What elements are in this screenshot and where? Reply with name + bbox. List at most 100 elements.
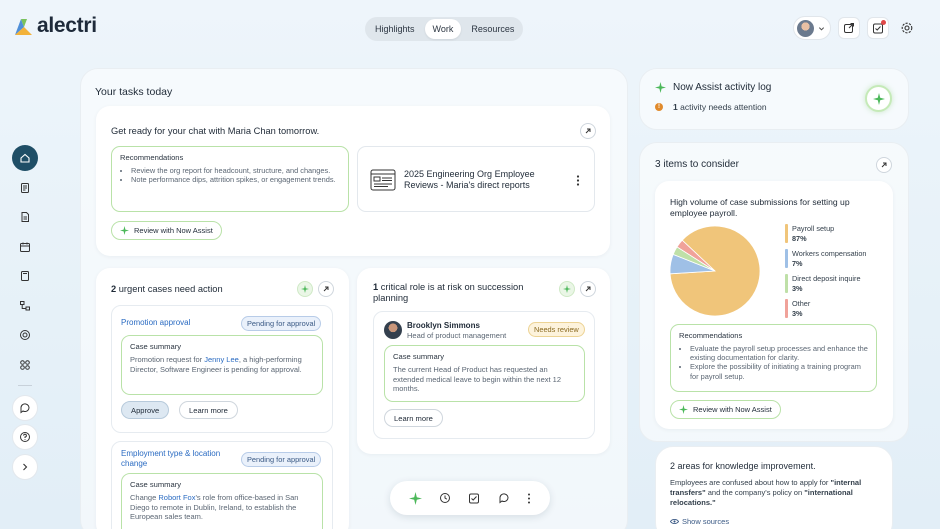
knowledge-text: Employees are confused about how to appl…	[670, 478, 882, 507]
share-button[interactable]	[838, 17, 860, 39]
consider-open-button[interactable]	[876, 157, 892, 173]
nav-hierarchy[interactable]	[12, 293, 38, 319]
person-name: Brooklyn Simmons	[407, 321, 480, 330]
sparkle-icon	[872, 92, 885, 105]
checklist-icon[interactable]	[468, 492, 480, 504]
learn-more-button[interactable]: Learn more	[384, 409, 443, 427]
case-summary-text: The current Head of Product has requeste…	[393, 365, 562, 393]
rail-divider	[18, 384, 32, 386]
report-icon	[21, 182, 29, 193]
legend-swatch	[785, 249, 788, 268]
case-summary-label: Case summary	[393, 352, 445, 361]
legend-label: Other	[792, 299, 811, 308]
nav-home[interactable]	[12, 145, 38, 171]
tasks-button[interactable]	[867, 17, 889, 39]
legend-value: 7%	[792, 258, 803, 268]
nav-documents[interactable]	[12, 204, 38, 230]
sparkle-icon	[120, 226, 129, 235]
critical-open-button[interactable]	[580, 281, 596, 297]
more-options-icon[interactable]	[576, 175, 580, 186]
sparkle-icon	[655, 82, 666, 93]
expand-rail-button[interactable]	[12, 453, 38, 480]
chat-recommendations: Recommendations Review the org report fo…	[111, 146, 349, 212]
review-now-assist-button[interactable]: Review with Now Assist	[111, 221, 222, 240]
payroll-pie-chart	[669, 225, 761, 317]
sparkle-icon	[301, 285, 309, 293]
tab-resources[interactable]: Resources	[463, 19, 522, 39]
case-title-employment[interactable]: Employment type & location change	[121, 449, 235, 469]
app-logo[interactable]: alectri	[12, 14, 97, 38]
nav-help[interactable]	[12, 424, 38, 450]
case-summary-employment: Case summary Change Robort Fox's role fr…	[121, 473, 323, 529]
case-title-promotion[interactable]: Promotion approval	[121, 318, 190, 327]
calendar-icon	[20, 242, 30, 252]
arrow-up-right-icon	[323, 286, 329, 292]
critical-count: 1	[373, 282, 379, 292]
person-link[interactable]: Robort Fox	[158, 493, 195, 502]
more-options-icon[interactable]	[527, 493, 531, 504]
recommendation-item: Explore the possibility of initiating a …	[690, 362, 868, 380]
target-icon	[20, 330, 30, 340]
notification-dot-icon	[881, 20, 886, 25]
legend-label: Payroll setup	[792, 224, 835, 233]
payroll-recommendations: Recommendations Evaluate the payroll set…	[670, 324, 877, 392]
status-badge: Pending for approval	[241, 452, 322, 467]
insight-text: High volume of case submissions for sett…	[670, 197, 850, 218]
summary-pre: Promotion request for	[130, 355, 205, 364]
alert-icon: !	[655, 103, 663, 111]
legend-item: Payroll setup 87%	[785, 224, 885, 243]
nav-chat[interactable]	[12, 394, 38, 421]
review-now-assist-label: Review with Now Assist	[134, 226, 213, 235]
case-summary-label: Case summary	[130, 342, 182, 351]
person-link[interactable]: Jenny Lee	[204, 355, 239, 364]
critical-now-assist-button[interactable]	[559, 281, 575, 297]
sparkle-icon[interactable]	[408, 491, 422, 505]
show-sources-button[interactable]: Show sources	[670, 517, 729, 526]
critical-label: critical role is at risk on succession p…	[373, 282, 524, 303]
user-menu[interactable]	[793, 16, 831, 40]
document-title: 2025 Engineering Org Employee Reviews - …	[404, 169, 535, 190]
tab-work[interactable]: Work	[424, 19, 462, 39]
top-nav-tabs: Highlights Work Resources	[365, 17, 523, 41]
nav-apps[interactable]	[12, 352, 38, 378]
review-now-assist-button[interactable]: Review with Now Assist	[670, 400, 781, 419]
chevron-right-icon	[23, 463, 28, 470]
approve-button[interactable]: Approve	[121, 401, 170, 419]
help-icon	[20, 432, 30, 442]
chat-prep-open-button[interactable]	[580, 123, 596, 139]
nav-reports[interactable]	[12, 175, 38, 201]
floating-action-bar	[390, 481, 550, 515]
recommendation-item: Evaluate the payroll setup processes and…	[690, 344, 868, 362]
home-icon	[20, 153, 30, 163]
legend-value: 3%	[792, 283, 803, 293]
chat-prep-title: Get ready for your chat with Maria Chan …	[111, 126, 320, 136]
nav-calendar[interactable]	[12, 234, 38, 260]
tab-highlights[interactable]: Highlights	[367, 19, 423, 39]
legend-label: Workers compensation	[792, 249, 867, 258]
chat-icon[interactable]	[498, 492, 510, 504]
now-assist-launch-button[interactable]	[865, 85, 892, 112]
nav-notebook[interactable]	[12, 263, 38, 289]
knowledge-title: 2 areas for knowledge improvement.	[670, 461, 816, 471]
case-summary-succession: Case summary The current Head of Product…	[384, 345, 585, 402]
case-summary-text: Change Robort Fox's role from office-bas…	[130, 493, 314, 522]
urgent-now-assist-button[interactable]	[297, 281, 313, 297]
urgent-open-button[interactable]	[318, 281, 334, 297]
urgent-label: urgent cases need action	[118, 284, 223, 294]
external-link-icon	[844, 23, 854, 33]
legend-item: Other 3%	[785, 299, 885, 318]
learn-more-button[interactable]: Learn more	[179, 401, 238, 419]
legend-item: Workers compensation 7%	[785, 249, 885, 268]
urgent-cases-title: 2 urgent cases need action	[111, 284, 223, 294]
nav-goals[interactable]	[12, 322, 38, 348]
legend-item: Direct deposit inquire 3%	[785, 274, 885, 293]
avatar	[797, 19, 814, 37]
org-report-document[interactable]: 2025 Engineering Org Employee Reviews - …	[357, 146, 595, 212]
tasks-heading: Your tasks today	[95, 86, 173, 98]
case-summary-promotion: Case summary Promotion request for Jenny…	[121, 335, 323, 395]
settings-button[interactable]	[896, 17, 918, 39]
apps-grid-icon	[20, 359, 30, 370]
legend-label: Direct deposit inquire	[792, 274, 861, 283]
history-icon[interactable]	[439, 492, 451, 504]
arrow-up-right-icon	[881, 162, 887, 168]
